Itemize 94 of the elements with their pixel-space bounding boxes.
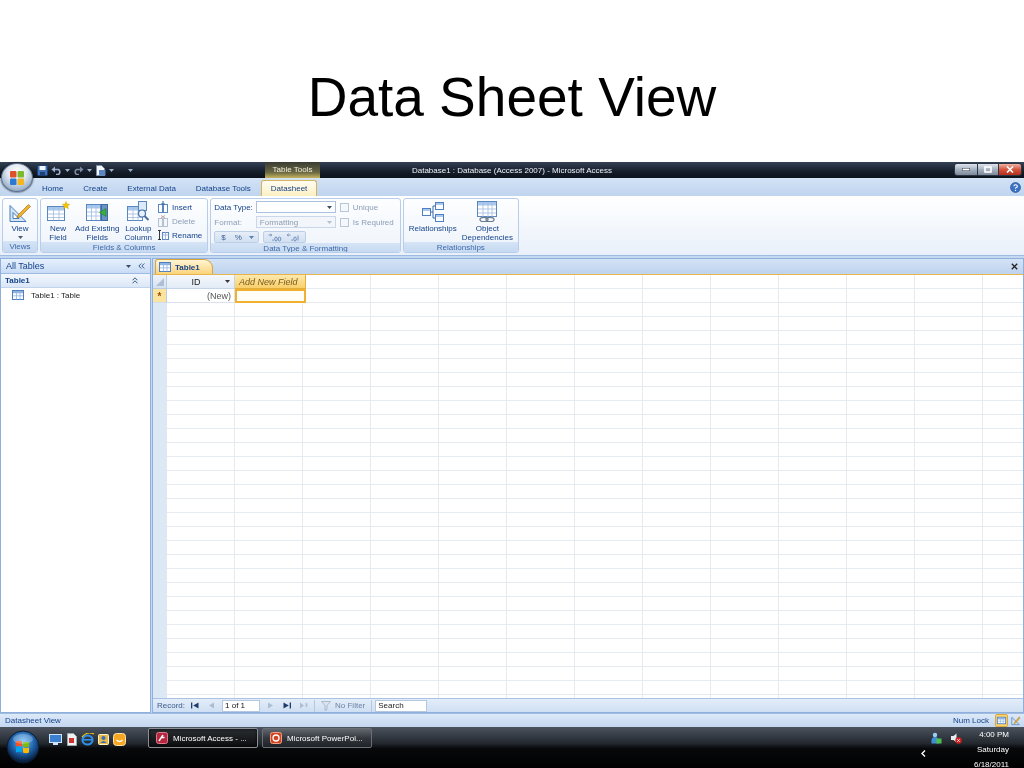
clock-time: 4:00 PM bbox=[979, 729, 1009, 741]
ribbon-button[interactable]: Rename bbox=[157, 229, 205, 241]
caret-icon bbox=[225, 280, 230, 283]
field-label: Data Type: bbox=[214, 202, 253, 212]
ribbon-button[interactable]: Object Dependencies bbox=[459, 201, 515, 242]
monitor-icon[interactable] bbox=[49, 733, 62, 746]
minimize-button[interactable] bbox=[954, 163, 978, 176]
document-tab[interactable]: Table1 bbox=[155, 259, 213, 274]
document-icon[interactable] bbox=[95, 164, 106, 176]
caret-icon[interactable] bbox=[128, 168, 133, 172]
table-magnifier-icon bbox=[126, 201, 151, 222]
column-header[interactable]: ID bbox=[167, 275, 235, 289]
delete-column-icon bbox=[157, 215, 170, 227]
triangle-ruler-icon bbox=[8, 201, 32, 222]
ribbon-tab[interactable]: Home bbox=[32, 180, 74, 196]
table-arrow-icon bbox=[85, 201, 110, 222]
clock-date: 6/18/2011 bbox=[974, 759, 1009, 768]
close-icon[interactable] bbox=[1011, 263, 1018, 270]
caret-icon[interactable] bbox=[126, 264, 131, 268]
table-cell[interactable] bbox=[235, 289, 306, 303]
start-button[interactable] bbox=[6, 730, 40, 764]
checkbox-label: Unique bbox=[352, 202, 379, 212]
save-icon[interactable] bbox=[37, 164, 48, 176]
maximize-button[interactable] bbox=[978, 163, 998, 176]
column-header[interactable]: Add New Field bbox=[235, 275, 306, 289]
ribbon-button[interactable]: New Field bbox=[44, 201, 72, 242]
person-icon[interactable] bbox=[931, 732, 942, 744]
caret-icon bbox=[326, 205, 332, 209]
clock-day: Saturday bbox=[976, 742, 1009, 757]
caret-icon[interactable] bbox=[109, 168, 114, 172]
nav-group-header[interactable]: Table1 bbox=[1, 274, 150, 288]
table-icon bbox=[159, 262, 171, 272]
ribbon-tab[interactable]: Database Tools bbox=[185, 180, 261, 196]
maximize-icon bbox=[984, 166, 992, 173]
ribbon-button[interactable]: Relationships bbox=[406, 201, 459, 233]
record-position-field[interactable]: 1 of 1 bbox=[222, 699, 260, 712]
checkbox-label: Is Required bbox=[352, 217, 394, 227]
ribbon-tab[interactable]: Datasheet bbox=[260, 180, 318, 196]
taskbar-button[interactable]: Microsoft PowerPoi... bbox=[262, 728, 372, 748]
close-button[interactable] bbox=[998, 163, 1022, 176]
group-label: Relationships bbox=[403, 242, 518, 252]
table-icon bbox=[12, 290, 24, 300]
group-label: Data Type & Formatting bbox=[211, 243, 400, 252]
record-label: Record: bbox=[157, 701, 185, 710]
search-field[interactable]: Search bbox=[375, 699, 428, 712]
contact-card-icon[interactable] bbox=[97, 733, 110, 746]
smile-icon[interactable] bbox=[113, 733, 126, 746]
app-icon bbox=[270, 732, 282, 744]
insert-column-icon bbox=[157, 201, 170, 213]
table-star-icon bbox=[46, 201, 70, 222]
caret-icon[interactable] bbox=[87, 168, 92, 172]
nav-item[interactable]: Table1 : Table bbox=[1, 288, 150, 302]
format-button[interactable]: $ bbox=[219, 232, 228, 242]
application-button[interactable] bbox=[1, 163, 33, 192]
dropdown-field[interactable] bbox=[255, 201, 336, 213]
caret-icon bbox=[326, 220, 332, 224]
ribbon-tab[interactable]: External Data bbox=[117, 180, 186, 196]
help-icon[interactable] bbox=[1010, 181, 1021, 193]
group-label: Views bbox=[3, 241, 37, 252]
app-icon bbox=[156, 732, 168, 744]
table-chain-icon bbox=[475, 201, 500, 222]
linked-tables-icon bbox=[420, 201, 445, 222]
redo-icon[interactable] bbox=[73, 165, 84, 175]
ribbon-button[interactable]: View bbox=[6, 201, 34, 239]
squares-logo-icon bbox=[9, 169, 25, 186]
contextual-tab-group-label: Table Tools bbox=[265, 162, 320, 178]
minimize-icon bbox=[962, 168, 970, 171]
chevron-left-icon[interactable] bbox=[921, 750, 926, 757]
last-record-icon[interactable] bbox=[283, 702, 291, 709]
letter-e-icon[interactable] bbox=[81, 733, 94, 746]
document-icon[interactable] bbox=[65, 733, 78, 746]
ribbon-tab[interactable]: Create bbox=[73, 180, 118, 196]
caret-icon[interactable] bbox=[65, 168, 70, 172]
status-indicator: Num Lock bbox=[953, 716, 989, 725]
undo-icon[interactable] bbox=[51, 165, 62, 175]
slide-title: Data Sheet View bbox=[307, 65, 717, 129]
format-button[interactable]: % bbox=[232, 232, 244, 242]
double-chevron-left-icon[interactable] bbox=[138, 263, 145, 269]
funnel-icon bbox=[321, 700, 331, 711]
first-record-icon[interactable] bbox=[191, 702, 199, 709]
table-cell[interactable]: (New) bbox=[167, 289, 235, 303]
close-icon bbox=[1006, 166, 1014, 173]
status-text: Datasheet View bbox=[5, 716, 61, 725]
ribbon-button[interactable]: Lookup Column bbox=[122, 201, 155, 242]
ribbon-button[interactable]: Add Existing Fields bbox=[73, 201, 122, 242]
field-label: Format: bbox=[214, 217, 243, 227]
speaker-icon[interactable] bbox=[950, 732, 962, 744]
taskbar-button[interactable]: Microsoft Access - ... bbox=[148, 728, 258, 748]
window-title: Database1 : Database (Access 2007) - Microsoft Access bbox=[411, 165, 613, 175]
group-label: Fields & Columns bbox=[41, 242, 208, 252]
ribbon-button[interactable]: Insert bbox=[157, 201, 205, 213]
rename-icon bbox=[157, 229, 170, 241]
datasheet-view-icon[interactable] bbox=[995, 714, 1008, 727]
record-selector[interactable]: * bbox=[153, 289, 167, 303]
